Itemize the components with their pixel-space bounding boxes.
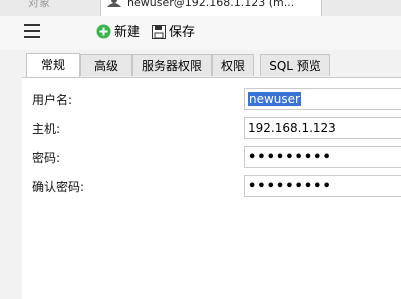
tab-sql-preview-label: SQL 预览: [269, 59, 321, 73]
host-field[interactable]: 192.168.1.123: [244, 117, 401, 139]
host-value: 192.168.1.123: [248, 121, 336, 135]
toolbar: 新建 保存: [0, 16, 401, 50]
save-button-label: 保存: [169, 25, 196, 40]
password-value: •••••••••: [248, 150, 332, 165]
tab-advanced[interactable]: 高级: [80, 54, 132, 76]
tab-general-label: 常规: [40, 58, 65, 72]
document-tab-bar: 对象 newuser@192.168.1.123 (m...: [0, 0, 401, 16]
tab-user-label: newuser@192.168.1.123 (m...: [127, 0, 295, 9]
new-button-label: 新建: [114, 25, 141, 40]
username-field[interactable]: newuser: [244, 88, 401, 110]
user-icon: [107, 0, 121, 7]
tab-objects[interactable]: 对象: [28, 0, 108, 16]
menu-icon[interactable]: [24, 24, 40, 38]
tab-server-privileges[interactable]: 服务器权限: [132, 54, 212, 76]
username-label: 用户名:: [32, 93, 73, 107]
password-field[interactable]: •••••••••: [244, 146, 401, 168]
host-label: 主机:: [32, 122, 61, 136]
window: 对象 newuser@192.168.1.123 (m... 新建 保存 常规 …: [0, 0, 401, 299]
confirm-password-label: 确认密码:: [32, 180, 85, 194]
tab-general[interactable]: 常规: [26, 53, 80, 77]
confirm-password-value: •••••••••: [248, 179, 332, 194]
property-tab-bar: 常规 高级 服务器权限 权限 SQL 预览: [22, 50, 401, 78]
tab-sql-preview[interactable]: SQL 预览: [260, 54, 330, 76]
tab-objects-label: 对象: [28, 0, 50, 9]
general-form: 用户名: newuser 主机: 192.168.1.123 密码: •••••…: [22, 78, 401, 299]
password-label: 密码:: [32, 151, 61, 165]
new-button[interactable]: 新建: [96, 24, 140, 42]
tab-privileges[interactable]: 权限: [212, 54, 254, 76]
add-icon: [96, 24, 111, 39]
tab-privileges-label: 权限: [220, 59, 245, 73]
tab-advanced-label: 高级: [93, 59, 118, 73]
tab-server-privileges-label: 服务器权限: [141, 59, 202, 73]
floppy-disk-icon: [152, 24, 166, 39]
username-value: newuser: [248, 92, 301, 106]
tab-user-newuser[interactable]: newuser@192.168.1.123 (m...: [100, 0, 322, 16]
save-button[interactable]: 保存: [152, 24, 195, 42]
confirm-password-field[interactable]: •••••••••: [244, 175, 401, 197]
